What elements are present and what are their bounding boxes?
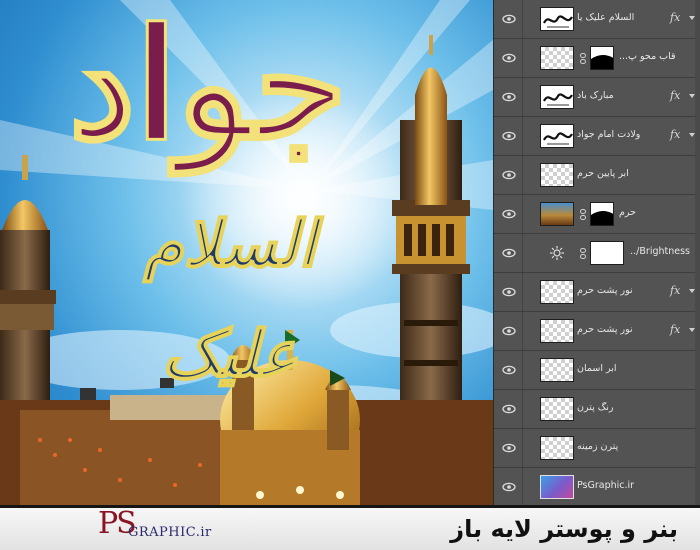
- layer-name[interactable]: ولادت امام جواد: [577, 129, 666, 143]
- layer-row[interactable]: نور پشت حرم fx: [494, 273, 700, 312]
- brightness-adjustment-icon: [550, 246, 564, 260]
- visibility-eye-icon[interactable]: [502, 442, 516, 454]
- layer-thumbnail[interactable]: [540, 358, 574, 382]
- layer-name[interactable]: ابر پایین حرم: [577, 168, 690, 182]
- layer-name[interactable]: مبارک باد: [577, 90, 666, 104]
- layer-name[interactable]: پترن زمینه: [577, 441, 690, 455]
- banner-title: بنر و پوستر لایه باز: [450, 515, 678, 543]
- layer-name[interactable]: نور پشت حرم: [577, 285, 666, 299]
- layer-name[interactable]: السلام علیک یا: [577, 12, 666, 26]
- visibility-eye-icon[interactable]: [502, 208, 516, 220]
- layer-row[interactable]: مبارک باد fx: [494, 78, 700, 117]
- layer-thumbnail[interactable]: [540, 85, 574, 109]
- bottom-banner: PS GRAPHIC.ir بنر و پوستر لایه باز: [0, 505, 700, 550]
- poster-canvas[interactable]: جواد السلام علیک: [0, 0, 493, 505]
- app-root: جواد السلام علیک السلام علیک یا fx قاب محو…: [0, 0, 700, 550]
- layer-name[interactable]: قاب محو پ...: [619, 51, 690, 65]
- layer-name[interactable]: ابر آسمان: [577, 363, 690, 377]
- layer-thumbnail[interactable]: [540, 397, 574, 421]
- column-divider: [522, 468, 523, 506]
- column-divider: [522, 156, 523, 194]
- visibility-eye-icon[interactable]: [502, 325, 516, 337]
- poster-subline: السلام علیک: [143, 206, 317, 393]
- layer-row[interactable]: ابر پایین حرم: [494, 156, 700, 195]
- layer-thumbnail[interactable]: [540, 280, 574, 304]
- layer-row[interactable]: رنگ پترن: [494, 390, 700, 429]
- layer-mask-thumbnail[interactable]: [590, 202, 614, 226]
- layer-mask-thumbnail[interactable]: [590, 46, 614, 70]
- layer-effects-icon[interactable]: fx: [670, 11, 680, 24]
- layers-panel: السلام علیک یا fx قاب محو پ... مبارک باد fx و…: [493, 0, 700, 507]
- layer-thumbnail[interactable]: [540, 163, 574, 187]
- column-divider: [522, 0, 523, 38]
- column-divider: [522, 429, 523, 467]
- column-divider: [522, 39, 523, 77]
- visibility-eye-icon[interactable]: [502, 13, 516, 25]
- column-divider: [522, 234, 523, 272]
- layer-row[interactable]: PsGraphic.ir: [494, 468, 700, 507]
- layer-thumbnail[interactable]: [540, 436, 574, 460]
- visibility-eye-icon[interactable]: [502, 403, 516, 415]
- psgraphic-logo[interactable]: PS GRAPHIC.ir: [68, 507, 211, 550]
- column-divider: [522, 78, 523, 116]
- layer-row[interactable]: ولادت امام جواد fx: [494, 117, 700, 156]
- layer-row[interactable]: Brightness/...: [494, 234, 700, 273]
- layer-row[interactable]: قاب محو پ...: [494, 39, 700, 78]
- poster-headline: جواد: [67, 0, 353, 173]
- visibility-eye-icon[interactable]: [502, 52, 516, 64]
- layer-row[interactable]: ابر آسمان: [494, 351, 700, 390]
- layer-mask-thumbnail[interactable]: [590, 241, 624, 265]
- layer-thumbnail[interactable]: [540, 7, 574, 31]
- layer-effects-icon[interactable]: fx: [670, 323, 680, 336]
- chain-link-icon[interactable]: [579, 209, 587, 220]
- chain-link-icon[interactable]: [579, 248, 587, 259]
- layer-name[interactable]: حرم: [619, 207, 690, 221]
- visibility-eye-icon[interactable]: [502, 286, 516, 298]
- visibility-eye-icon[interactable]: [502, 364, 516, 376]
- layer-thumbnail[interactable]: [540, 319, 574, 343]
- column-divider: [522, 195, 523, 233]
- visibility-eye-icon[interactable]: [502, 481, 516, 493]
- layer-thumbnail[interactable]: [540, 475, 574, 499]
- layers-scrollbar[interactable]: [695, 0, 700, 505]
- layer-thumbnail[interactable]: [540, 124, 574, 148]
- layer-name[interactable]: رنگ پترن: [577, 402, 690, 416]
- visibility-eye-icon[interactable]: [502, 91, 516, 103]
- chain-link-icon[interactable]: [579, 53, 587, 64]
- layer-name[interactable]: Brightness/...: [629, 246, 690, 260]
- layer-thumbnail[interactable]: [540, 202, 574, 226]
- layer-row[interactable]: السلام علیک یا fx: [494, 0, 700, 39]
- column-divider: [522, 312, 523, 350]
- layer-row[interactable]: نور پشت حرم fx: [494, 312, 700, 351]
- visibility-eye-icon[interactable]: [502, 130, 516, 142]
- column-divider: [522, 273, 523, 311]
- column-divider: [522, 351, 523, 389]
- layer-row[interactable]: پترن زمینه: [494, 429, 700, 468]
- layer-name[interactable]: PsGraphic.ir: [577, 480, 690, 494]
- layer-thumbnail[interactable]: [540, 46, 574, 70]
- layer-row[interactable]: حرم: [494, 195, 700, 234]
- column-divider: [522, 390, 523, 428]
- layer-effects-icon[interactable]: fx: [670, 128, 680, 141]
- layer-name[interactable]: نور پشت حرم: [577, 324, 666, 338]
- column-divider: [522, 117, 523, 155]
- visibility-eye-icon[interactable]: [502, 247, 516, 259]
- logo-graphic-text: GRAPHIC.ir: [128, 525, 212, 540]
- layer-effects-icon[interactable]: fx: [670, 284, 680, 297]
- visibility-eye-icon[interactable]: [502, 169, 516, 181]
- layer-effects-icon[interactable]: fx: [670, 89, 680, 102]
